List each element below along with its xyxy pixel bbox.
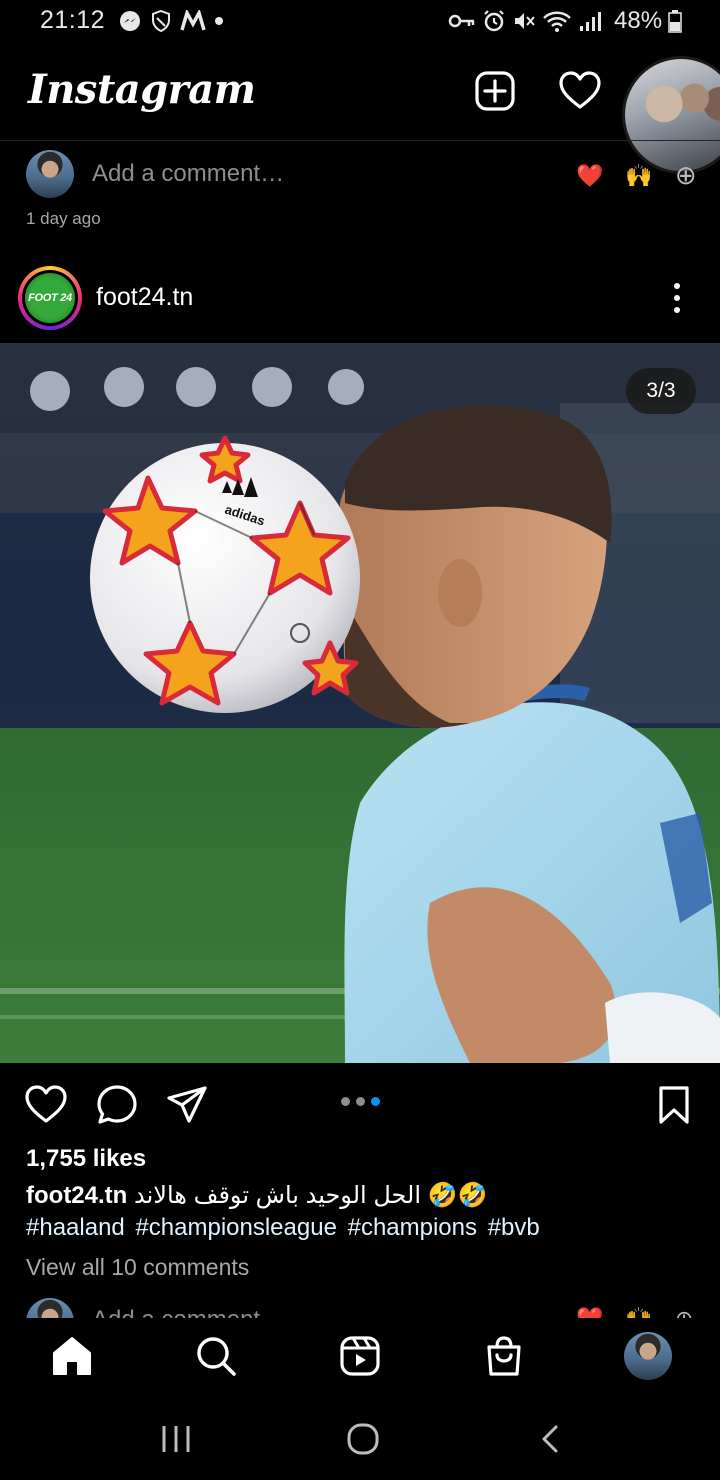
wifi-icon <box>542 9 572 33</box>
post-username[interactable]: foot24.tn <box>96 283 193 312</box>
mute-icon <box>512 9 536 33</box>
heart-reaction-button[interactable]: ❤️ <box>576 163 603 189</box>
new-post-button[interactable] <box>474 70 516 112</box>
status-right-icons: 48% <box>448 7 682 34</box>
hashtag-link[interactable]: #haaland <box>26 1214 125 1241</box>
home-circle-icon <box>347 1423 379 1455</box>
recents-icon <box>162 1426 190 1452</box>
carousel-dot-active <box>371 1097 380 1106</box>
nav-search-button[interactable] <box>192 1332 240 1380</box>
nav-reels-button[interactable] <box>336 1332 384 1380</box>
post-photo[interactable]: adidas <box>0 343 720 1063</box>
paper-plane-icon <box>167 1086 207 1123</box>
signal-icon <box>578 10 604 32</box>
status-left-icons <box>118 8 224 34</box>
comment-bubble-icon <box>97 1085 137 1124</box>
nav-shop-button[interactable] <box>480 1332 528 1380</box>
bookmark-icon <box>659 1086 689 1124</box>
nav-profile-button[interactable] <box>624 1332 672 1380</box>
header-divider <box>0 140 720 141</box>
post-options-button[interactable] <box>660 280 694 316</box>
post-author-avatar[interactable]: FOOT 24 <box>25 273 75 323</box>
add-comment-input[interactable]: Add a comment… <box>92 1306 284 1318</box>
hashtag-link[interactable]: #championsleague <box>135 1214 336 1241</box>
shield-icon <box>150 9 172 33</box>
hashtag-link[interactable]: #bvb <box>488 1214 540 1241</box>
photo-counter: 3/3 <box>626 368 696 414</box>
post-caption: foot24.tn 🤣🤣 الحل الوحيد باش توقف هالاند <box>26 1181 487 1210</box>
battery-icon <box>668 9 682 33</box>
share-button[interactable] <box>166 1084 208 1126</box>
dot-icon <box>214 16 224 26</box>
current-user-avatar <box>26 150 74 198</box>
heart-reaction-button[interactable]: ❤️ <box>576 1306 603 1318</box>
caption-text: 🤣🤣 الحل الوحيد باش توقف هالاند <box>134 1182 488 1209</box>
new-post-icon <box>475 71 515 111</box>
bottom-navigation <box>0 1318 720 1398</box>
save-button[interactable] <box>656 1084 692 1126</box>
alarm-icon <box>482 9 506 33</box>
carousel-dot <box>356 1097 365 1106</box>
back-button[interactable] <box>538 1424 562 1454</box>
nav-home-button[interactable] <box>48 1332 96 1380</box>
heart-icon <box>559 71 601 109</box>
status-time: 21:12 <box>40 6 106 34</box>
system-navigation-bar <box>0 1398 720 1480</box>
raised-hands-reaction-button[interactable]: 🙌 <box>625 163 652 189</box>
reels-icon <box>340 1336 380 1376</box>
home-system-button[interactable] <box>346 1422 380 1456</box>
current-user-avatar <box>26 1298 74 1318</box>
activity-button[interactable] <box>558 70 602 112</box>
key-icon <box>448 11 476 31</box>
quick-reactions: ❤️ 🙌 ⊕ <box>576 1306 693 1318</box>
recent-apps-button[interactable] <box>158 1424 194 1454</box>
likes-count[interactable]: 1,755 likes <box>26 1145 146 1173</box>
heart-icon <box>25 1085 67 1123</box>
add-emoji-button[interactable]: ⊕ <box>675 160 697 191</box>
carousel-dot <box>341 1097 350 1106</box>
add-comment-input[interactable]: Add a comment… <box>92 160 284 188</box>
floating-story-bubble[interactable] <box>622 56 720 174</box>
search-icon <box>197 1337 236 1376</box>
hashtag-link[interactable]: #champions <box>348 1214 477 1241</box>
caption-username[interactable]: foot24.tn <box>26 1182 127 1209</box>
battery-percent: 48% <box>614 7 663 34</box>
messenger-icon <box>118 9 142 33</box>
add-comment-row: Add a comment… ❤️ 🙌 ⊕ <box>0 1294 720 1318</box>
add-emoji-button[interactable]: ⊕ <box>675 1306 693 1318</box>
shopping-bag-icon <box>487 1336 521 1376</box>
comment-button[interactable] <box>96 1084 138 1126</box>
post-timestamp: 1 day ago <box>26 209 101 228</box>
home-icon <box>53 1337 91 1375</box>
like-button[interactable] <box>24 1084 68 1126</box>
avatar-logo-text: FOOT 24 <box>28 292 72 304</box>
back-chevron-icon <box>542 1425 558 1453</box>
instagram-logo[interactable]: Instagram <box>28 66 256 113</box>
raised-hands-reaction-button[interactable]: 🙌 <box>625 1306 652 1318</box>
quick-reactions: ❤️ 🙌 ⊕ <box>576 160 697 191</box>
status-bar: 21:12 48% <box>0 0 720 44</box>
m-app-icon <box>180 10 206 32</box>
carousel-indicator <box>341 1097 380 1106</box>
more-vertical-icon <box>674 283 680 313</box>
view-all-comments-link[interactable]: View all 10 comments <box>26 1254 249 1281</box>
hashtags: #haaland #championsleague #champions #bv… <box>26 1214 544 1242</box>
